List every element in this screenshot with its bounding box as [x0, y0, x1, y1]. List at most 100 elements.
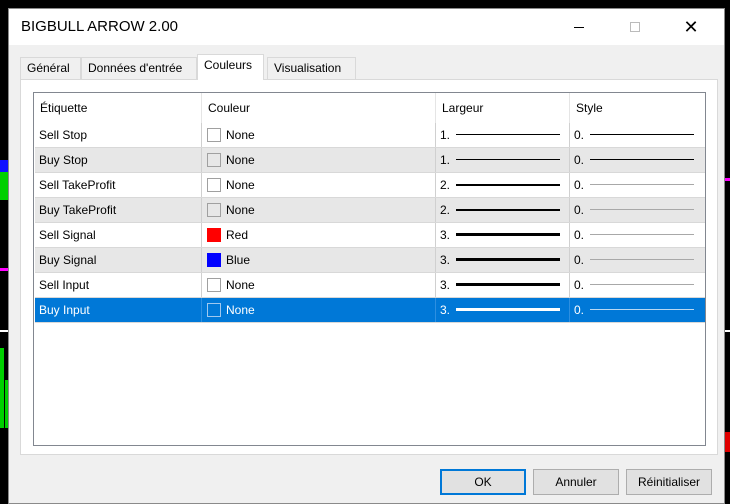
style-cell[interactable]: 0. — [570, 173, 705, 197]
width-cell[interactable]: 2. — [436, 173, 570, 197]
color-name: None — [226, 278, 255, 292]
table-row[interactable]: Buy TakeProfit None 2. 0. — [35, 198, 705, 223]
line-style-preview — [590, 309, 694, 310]
color-cell[interactable]: Blue — [202, 248, 436, 272]
style-cell[interactable]: 0. — [570, 148, 705, 172]
color-cell[interactable]: None — [202, 273, 436, 297]
width-value: 2. — [440, 178, 451, 192]
color-name: None — [226, 153, 255, 167]
row-label: Sell Input — [35, 273, 202, 297]
column-header-style[interactable]: Style — [570, 93, 705, 123]
line-style-preview — [590, 284, 694, 285]
tab-colors[interactable]: Couleurs — [197, 54, 264, 80]
maximize-icon — [630, 22, 640, 32]
close-icon: ✕ — [683, 16, 699, 37]
line-width-preview — [456, 209, 560, 211]
style-cell[interactable]: 0. — [570, 273, 705, 297]
color-name: None — [226, 303, 255, 317]
color-swatch[interactable] — [207, 178, 221, 192]
color-swatch[interactable] — [207, 278, 221, 292]
width-value: 1. — [440, 128, 451, 142]
column-header-width[interactable]: Largeur — [436, 93, 570, 123]
line-style-preview — [590, 259, 694, 260]
maximize-button[interactable] — [612, 9, 658, 45]
width-cell[interactable]: 3. — [436, 298, 570, 322]
style-value: 0. — [574, 153, 585, 167]
tab-visualization[interactable]: Visualisation — [267, 57, 356, 79]
minimize-button[interactable] — [556, 9, 602, 45]
style-value: 0. — [574, 128, 585, 142]
color-cell[interactable]: None — [202, 298, 436, 322]
style-value: 0. — [574, 278, 585, 292]
column-header-label[interactable]: Étiquette — [34, 93, 202, 123]
line-width-preview — [456, 184, 560, 186]
column-header-color[interactable]: Couleur — [202, 93, 436, 123]
color-name: None — [226, 178, 255, 192]
line-width-preview — [456, 159, 560, 160]
width-value: 3. — [440, 303, 451, 317]
style-value: 0. — [574, 178, 585, 192]
style-cell[interactable]: 0. — [570, 123, 705, 147]
tab-input-data[interactable]: Données d'entrée — [81, 57, 197, 79]
color-cell[interactable]: None — [202, 173, 436, 197]
table-row[interactable]: Sell TakeProfit None 2. 0. — [35, 173, 705, 198]
line-width-preview — [456, 134, 560, 135]
reset-button[interactable]: Réinitialiser — [626, 469, 712, 495]
color-cell[interactable]: Red — [202, 223, 436, 247]
color-name: Blue — [226, 253, 251, 267]
table-row[interactable]: Sell Stop None 1. 0. — [35, 123, 705, 148]
style-cell[interactable]: 0. — [570, 198, 705, 222]
color-cell[interactable]: None — [202, 148, 436, 172]
color-name: None — [226, 203, 255, 217]
width-cell[interactable]: 3. — [436, 273, 570, 297]
width-cell[interactable]: 1. — [436, 148, 570, 172]
table-header: Étiquette Couleur Largeur Style — [34, 93, 705, 123]
table-row[interactable]: Buy Input None 3. 0. — [35, 298, 705, 323]
window-title: BIGBULL ARROW 2.00 — [21, 18, 179, 35]
color-name: Red — [226, 228, 249, 242]
width-value: 1. — [440, 153, 451, 167]
width-value: 3. — [440, 228, 451, 242]
style-cell[interactable]: 0. — [570, 248, 705, 272]
properties-dialog: BIGBULL ARROW 2.00 ✕ Général Données d'e… — [8, 8, 725, 504]
width-cell[interactable]: 3. — [436, 223, 570, 247]
color-swatch[interactable] — [207, 153, 221, 167]
line-width-preview — [456, 308, 560, 311]
color-swatch[interactable] — [207, 128, 221, 142]
row-label: Buy Input — [35, 298, 202, 322]
table-row[interactable]: Sell Signal Red 3. 0. — [35, 223, 705, 248]
style-cell[interactable]: 0. — [570, 298, 705, 322]
style-cell[interactable]: 0. — [570, 223, 705, 247]
line-style-preview — [590, 209, 694, 210]
color-swatch[interactable] — [207, 303, 221, 317]
close-button[interactable]: ✕ — [668, 9, 714, 45]
line-width-preview — [456, 283, 560, 286]
line-style-preview — [590, 184, 694, 185]
cancel-button[interactable]: Annuler — [533, 469, 619, 495]
ok-button[interactable]: OK — [440, 469, 526, 495]
color-cell[interactable]: None — [202, 198, 436, 222]
row-label: Buy TakeProfit — [35, 198, 202, 222]
line-style-preview — [590, 159, 694, 160]
table-row[interactable]: Buy Signal Blue 3. 0. — [35, 248, 705, 273]
row-label: Sell Signal — [35, 223, 202, 247]
width-cell[interactable]: 1. — [436, 123, 570, 147]
width-value: 3. — [440, 278, 451, 292]
chart-bar — [0, 172, 8, 200]
color-swatch[interactable] — [207, 203, 221, 217]
color-name: None — [226, 128, 255, 142]
color-swatch[interactable] — [207, 228, 221, 242]
chart-bar — [0, 348, 4, 428]
width-cell[interactable]: 2. — [436, 198, 570, 222]
tab-general[interactable]: Général — [20, 57, 81, 79]
color-swatch[interactable] — [207, 253, 221, 267]
color-cell[interactable]: None — [202, 123, 436, 147]
row-label: Sell Stop — [35, 123, 202, 147]
line-style-preview — [590, 134, 694, 135]
width-cell[interactable]: 3. — [436, 248, 570, 272]
colors-table: Étiquette Couleur Largeur Style Sell Sto… — [33, 92, 706, 446]
table-row[interactable]: Sell Input None 3. 0. — [35, 273, 705, 298]
chart-bar — [725, 432, 730, 452]
table-row[interactable]: Buy Stop None 1. 0. — [35, 148, 705, 173]
style-value: 0. — [574, 228, 585, 242]
